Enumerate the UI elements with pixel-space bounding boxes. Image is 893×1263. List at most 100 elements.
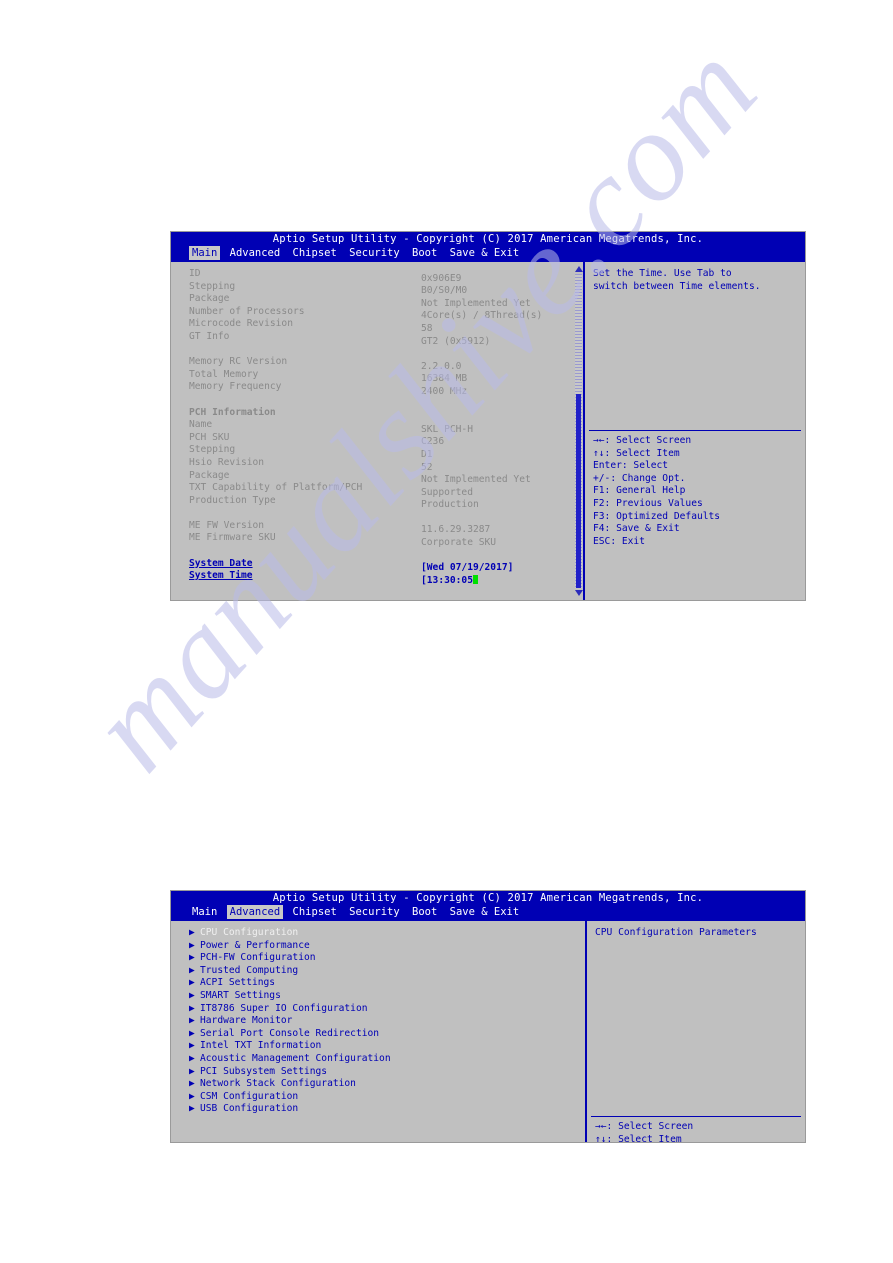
legend-line: Enter: Select (593, 460, 669, 472)
setting-label: Stepping (189, 280, 236, 292)
tab-chipset[interactable]: Chipset (290, 905, 340, 919)
setting-row[interactable]: Memory RC Version 2.2.0.0 (189, 356, 583, 372)
scrollbar-thumb[interactable] (576, 394, 581, 588)
setting-label: Package (189, 469, 230, 481)
setting-row[interactable]: Hsio Revision 52 (189, 457, 583, 473)
submenu-arrow-icon: ▶ (189, 1040, 195, 1052)
menu-item-label: Acoustic Management Configuration (200, 1052, 391, 1064)
setting-label: Microcode Revision (189, 318, 293, 330)
tab-main[interactable]: Main (189, 246, 221, 260)
menu-item-pch-fw-configuration[interactable]: ▶ PCH-FW Configuration (189, 952, 585, 965)
setting-label: Package (189, 293, 230, 305)
setting-row[interactable]: System Date [Wed 07/19/2017] (189, 557, 583, 574)
legend-line: ↑↓: Select Item (593, 447, 680, 459)
setting-row[interactable]: TXT Capability of Platform/PCH Supported (189, 482, 583, 498)
setting-label: Total Memory (189, 368, 259, 380)
key-legend-advanced: →←: Select Screen↑↓: Select ItemEnter: S… (595, 1121, 803, 1142)
scroll-up-arrow-icon[interactable] (574, 266, 583, 272)
tab-boot[interactable]: Boot (409, 905, 440, 919)
key-legend-main: →←: Select Screen ↑↓: Select Item Enter: S… (593, 435, 803, 548)
menu-item-label: Hardware Monitor (200, 1015, 293, 1027)
setting-row[interactable]: System Time [13:30:05 (189, 570, 583, 586)
setting-label: PCH SKU (189, 431, 230, 443)
setting-row[interactable]: ME FW Version 11.6.29.3287 (189, 519, 583, 536)
menu-item-pci-subsystem-settings[interactable]: ▶ PCI Subsystem Settings (189, 1066, 585, 1079)
menu-bar-advanced[interactable]: Main Advanced Chipset Security Boot Save… (171, 905, 805, 919)
menu-item-serial-port-console-redirection[interactable]: ▶ Serial Port Console Redirection (189, 1028, 585, 1041)
legend-line: ↑↓: Select Item (595, 1133, 682, 1142)
setting-row[interactable]: GT Info GT2 (0x5912) (189, 330, 583, 347)
setting-row[interactable]: Production Type Production (189, 495, 583, 511)
menu-item-hardware-monitor[interactable]: ▶ Hardware Monitor (189, 1015, 585, 1028)
menu-item-intel-txt-information[interactable]: ▶ Intel TXT Information (189, 1040, 585, 1053)
menu-item-smart-settings[interactable]: ▶ SMART Settings (189, 990, 585, 1003)
tab-save-exit[interactable]: Save & Exit (447, 905, 523, 919)
setting-label: ID (189, 268, 201, 279)
menu-item-label: CSM Configuration (200, 1090, 299, 1102)
menu-item-label: SMART Settings (200, 989, 281, 1001)
tab-boot[interactable]: Boot (409, 246, 440, 260)
tab-main[interactable]: Main (189, 905, 220, 919)
menu-item-csm-configuration[interactable]: ▶ CSM Configuration (189, 1091, 585, 1104)
setting-value: [13:30:05 (421, 574, 473, 586)
screen-body-advanced: ▶ CPU Configuration ▶ Power & Performance ▶ P… (171, 919, 805, 1142)
setting-row[interactable]: Number of Processors 4Core(s) / 8Thread(s… (189, 306, 583, 322)
legend-line: F4: Save & Exit (593, 523, 680, 535)
tab-security[interactable]: Security (346, 905, 403, 919)
settings-pane-main: ID 0x906E9 Stepping B0/S0/M0 Package Not Impl… (171, 262, 585, 600)
row-spacer (189, 394, 583, 407)
setting-row[interactable]: Package Not Implemented Yet (189, 469, 583, 486)
setting-row[interactable]: Package Not Implemented Yet (189, 293, 583, 309)
submenu-arrow-icon: ▶ (189, 939, 195, 951)
scrollbar-track[interactable] (575, 274, 582, 588)
vertical-scrollbar[interactable] (574, 266, 583, 596)
setting-label: GT Info (189, 330, 230, 342)
scroll-down-arrow-icon[interactable] (574, 590, 583, 596)
setting-row[interactable]: Memory Frequency 2400 MHz (189, 381, 583, 397)
setting-row[interactable]: Stepping B0/S0/M0 (189, 280, 583, 297)
submenu-arrow-icon: ▶ (189, 1103, 195, 1115)
help-line: CPU Configuration Parameters (595, 927, 757, 938)
setting-row[interactable]: PCH Information (189, 407, 583, 420)
tab-advanced[interactable]: Advanced (226, 905, 284, 919)
setting-row[interactable]: Microcode Revision 58 (189, 318, 583, 334)
submenu-arrow-icon: ▶ (189, 989, 195, 1001)
tab-save-exit[interactable]: Save & Exit (447, 246, 523, 260)
setting-row[interactable]: ID 0x906E9 (189, 268, 583, 284)
submenu-arrow-icon: ▶ (189, 1015, 195, 1027)
setting-row[interactable]: Name SKL PCH-H (189, 419, 583, 435)
setting-label: TXT Capability of Platform/PCH (189, 482, 363, 494)
submenu-arrow-icon: ▶ (189, 1052, 195, 1064)
submenu-arrow-icon: ▶ (189, 927, 195, 938)
submenu-arrow-icon: ▶ (189, 1027, 195, 1039)
setting-row[interactable]: Stepping D1 (189, 444, 583, 460)
menu-bar-main[interactable]: Main Advanced Chipset Security Boot Save… (171, 246, 805, 260)
setting-label: ME FW Version (189, 519, 265, 531)
menu-item-usb-configuration[interactable]: ▶ USB Configuration (189, 1103, 585, 1116)
tab-security[interactable]: Security (346, 246, 403, 260)
legend-line: ESC: Exit (593, 535, 645, 547)
setting-label: Name (189, 419, 213, 431)
menu-item-acpi-settings[interactable]: ▶ ACPI Settings (189, 977, 585, 990)
submenu-arrow-icon: ▶ (189, 977, 195, 989)
menu-item-label: Intel TXT Information (200, 1040, 322, 1052)
help-pane-main: Set the Time. Use Tab to switch between T… (585, 262, 805, 600)
setting-label: System Date (189, 557, 253, 569)
menu-item-cpu-configuration[interactable]: ▶ CPU Configuration (189, 927, 585, 940)
setting-row[interactable]: Total Memory 16384 MB (189, 368, 583, 385)
menu-item-trusted-computing[interactable]: ▶ Trusted Computing (189, 965, 585, 978)
setting-row[interactable]: ME Firmware SKU Corporate SKU (189, 532, 583, 548)
row-spacer (189, 507, 583, 520)
menu-item-label: ACPI Settings (200, 977, 276, 989)
menu-item-it8786-super-io-configuration[interactable]: ▶ IT8786 Super IO Configuration (189, 1003, 585, 1016)
menu-item-label: PCH-FW Configuration (200, 952, 316, 964)
tab-advanced[interactable]: Advanced (227, 246, 284, 260)
menu-item-power-performance[interactable]: ▶ Power & Performance (189, 940, 585, 953)
submenu-arrow-icon: ▶ (189, 1065, 195, 1077)
setting-row[interactable]: PCH SKU C236 (189, 431, 583, 448)
menu-item-network-stack-configuration[interactable]: ▶ Network Stack Configuration (189, 1078, 585, 1091)
tab-chipset[interactable]: Chipset (290, 246, 340, 260)
submenu-arrow-icon: ▶ (189, 964, 195, 976)
menu-item-acoustic-management-configuration[interactable]: ▶ Acoustic Management Configuration (189, 1053, 585, 1066)
legend-line: F3: Optimized Defaults (593, 510, 721, 522)
